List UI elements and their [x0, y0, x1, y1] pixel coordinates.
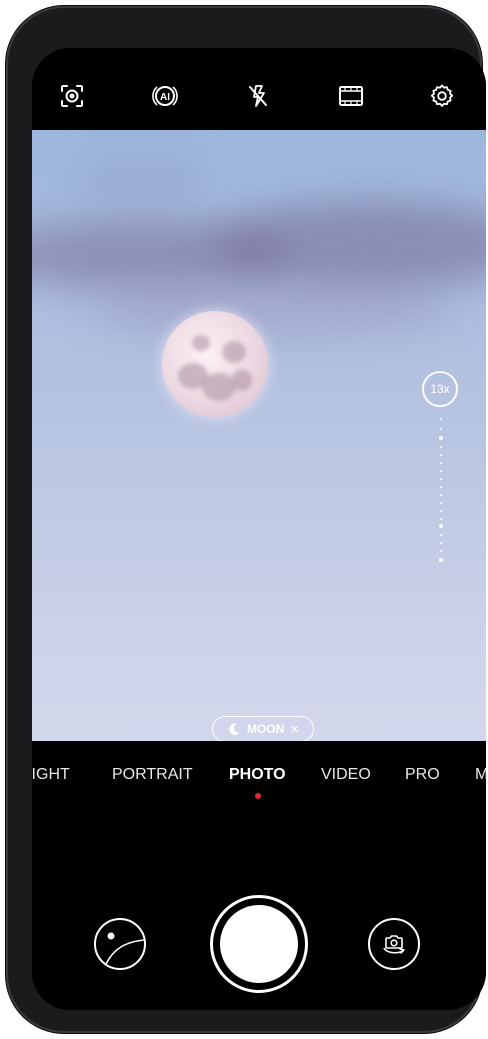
- zoom-scale-tick: [439, 436, 443, 440]
- zoom-scale-tick: [440, 550, 442, 552]
- zoom-scale-tick: [440, 534, 442, 536]
- gallery-thumbnail-image: [105, 932, 144, 965]
- zoom-level-indicator[interactable]: 13x: [422, 371, 458, 407]
- camera-screen: AI 13x MOON × IGHT PORTRAIT PHOTO VIDEO …: [32, 48, 486, 1010]
- settings-gear-icon[interactable]: [428, 82, 456, 110]
- capture-controls: [32, 811, 486, 1010]
- active-mode-indicator: [255, 793, 261, 799]
- zoom-scale-tick: [439, 524, 443, 528]
- scene-close-icon[interactable]: ×: [290, 722, 299, 737]
- svg-text:AI: AI: [160, 92, 170, 103]
- zoom-scale-tick: [440, 418, 442, 420]
- zoom-scale-tick: [439, 558, 443, 562]
- ai-icon[interactable]: AI: [151, 82, 179, 110]
- zoom-scale-tick: [440, 518, 442, 520]
- zoom-scale-tick: [440, 454, 442, 456]
- cloud: [72, 160, 212, 200]
- switch-camera-button[interactable]: [368, 918, 420, 970]
- scene-label: MOON: [246, 722, 285, 736]
- mode-night[interactable]: NIGHT: [32, 766, 70, 784]
- switch-camera-icon: [383, 935, 405, 954]
- flash-off-icon[interactable]: [244, 82, 272, 110]
- zoom-scale-tick: [440, 494, 442, 496]
- zoom-scale-tick: [440, 510, 442, 512]
- zoom-scale-tick: [440, 428, 442, 430]
- zoom-scale-tick: [440, 478, 442, 480]
- scene-moon-badge[interactable]: MOON ×: [212, 716, 314, 741]
- zoom-scale-tick: [440, 486, 442, 488]
- zoom-scale-tick: [440, 446, 442, 448]
- phone-frame: AI 13x MOON × IGHT PORTRAIT PHOTO VIDEO …: [6, 6, 486, 1033]
- zoom-scale-tick: [440, 462, 442, 464]
- zoom-scale-tick: [440, 502, 442, 504]
- camera-viewfinder[interactable]: 13x MOON ×: [32, 130, 486, 741]
- mode-pro[interactable]: PRO: [405, 766, 440, 784]
- mode-portrait[interactable]: PORTRAIT: [112, 766, 193, 784]
- gallery-thumbnail[interactable]: [94, 918, 146, 970]
- film-ratio-icon[interactable]: [337, 82, 365, 110]
- zoom-scale-tick: [440, 470, 442, 472]
- aperture-mode-icon[interactable]: [58, 82, 86, 110]
- shutter-inner: [220, 905, 298, 983]
- top-toolbar: AI: [32, 48, 486, 130]
- moon-crescent-icon: [229, 723, 240, 735]
- mode-more[interactable]: MORE: [475, 766, 486, 784]
- moon-subject: [162, 311, 268, 417]
- zoom-scale-tick: [440, 542, 442, 544]
- cloud: [92, 280, 452, 340]
- mode-selector: NIGHT PORTRAIT PHOTO VIDEO PRO MORE: [32, 741, 486, 811]
- shutter-button[interactable]: [210, 895, 308, 993]
- mode-photo[interactable]: PHOTO: [229, 766, 286, 784]
- mode-video[interactable]: VIDEO: [321, 766, 371, 784]
- zoom-level-label: 13x: [430, 382, 450, 396]
